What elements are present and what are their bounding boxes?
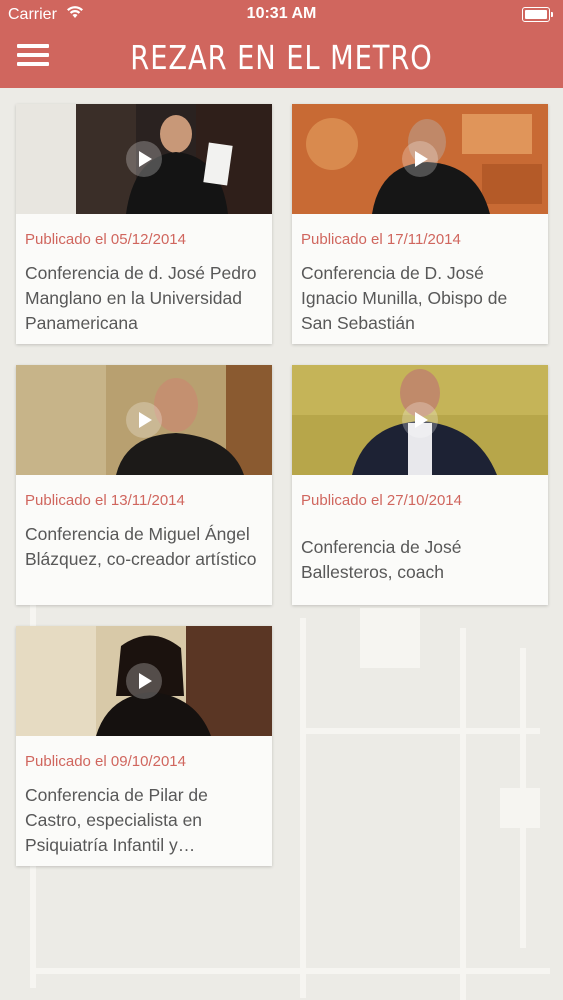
video-card[interactable]: Publicado el 17/11/2014 Conferencia de D…	[292, 104, 548, 344]
publish-date: Publicado el 13/11/2014	[25, 492, 185, 509]
play-icon[interactable]	[126, 402, 162, 438]
video-thumbnail	[16, 104, 272, 214]
video-card[interactable]: Publicado el 27/10/2014 Conferencia de J…	[292, 365, 548, 605]
video-card[interactable]: Publicado el 13/11/2014 Conferencia de M…	[16, 365, 272, 605]
video-thumbnail	[292, 104, 548, 214]
publish-date: Publicado el 05/12/2014	[25, 231, 186, 248]
video-title: Conferencia de d. José Pedro Manglano en…	[25, 263, 257, 333]
play-icon[interactable]	[402, 402, 438, 438]
video-card[interactable]: Publicado el 05/12/2014 Conferencia de d…	[16, 104, 272, 344]
battery-icon	[522, 7, 553, 22]
status-time: 10:31 AM	[246, 5, 317, 22]
video-card[interactable]: Publicado el 09/10/2014 Conferencia de P…	[16, 626, 272, 866]
publish-date: Publicado el 27/10/2014	[301, 492, 462, 509]
video-thumbnail	[16, 626, 272, 736]
publish-date: Publicado el 17/11/2014	[301, 231, 461, 248]
status-bar: Carrier 10:31 AM	[0, 0, 563, 30]
video-title: Conferencia de José Ballesteros, coach	[301, 537, 462, 582]
play-icon[interactable]	[126, 663, 162, 699]
play-icon[interactable]	[126, 141, 162, 177]
video-title: Conferencia de D. José Ignacio Munilla, …	[301, 263, 508, 333]
publish-date: Publicado el 09/10/2014	[25, 753, 186, 770]
video-thumbnail	[292, 365, 548, 475]
app-title: REZAR EN EL METRO	[130, 38, 433, 77]
play-icon[interactable]	[402, 141, 438, 177]
video-title: Conferencia de Pilar de Castro, especial…	[25, 785, 208, 855]
navigation-bar: Carrier 10:31 AM REZAR EN EL METRO	[0, 0, 563, 88]
video-title: Conferencia de Miguel Ángel Blázquez, co…	[25, 524, 257, 569]
video-thumbnail	[16, 365, 272, 475]
